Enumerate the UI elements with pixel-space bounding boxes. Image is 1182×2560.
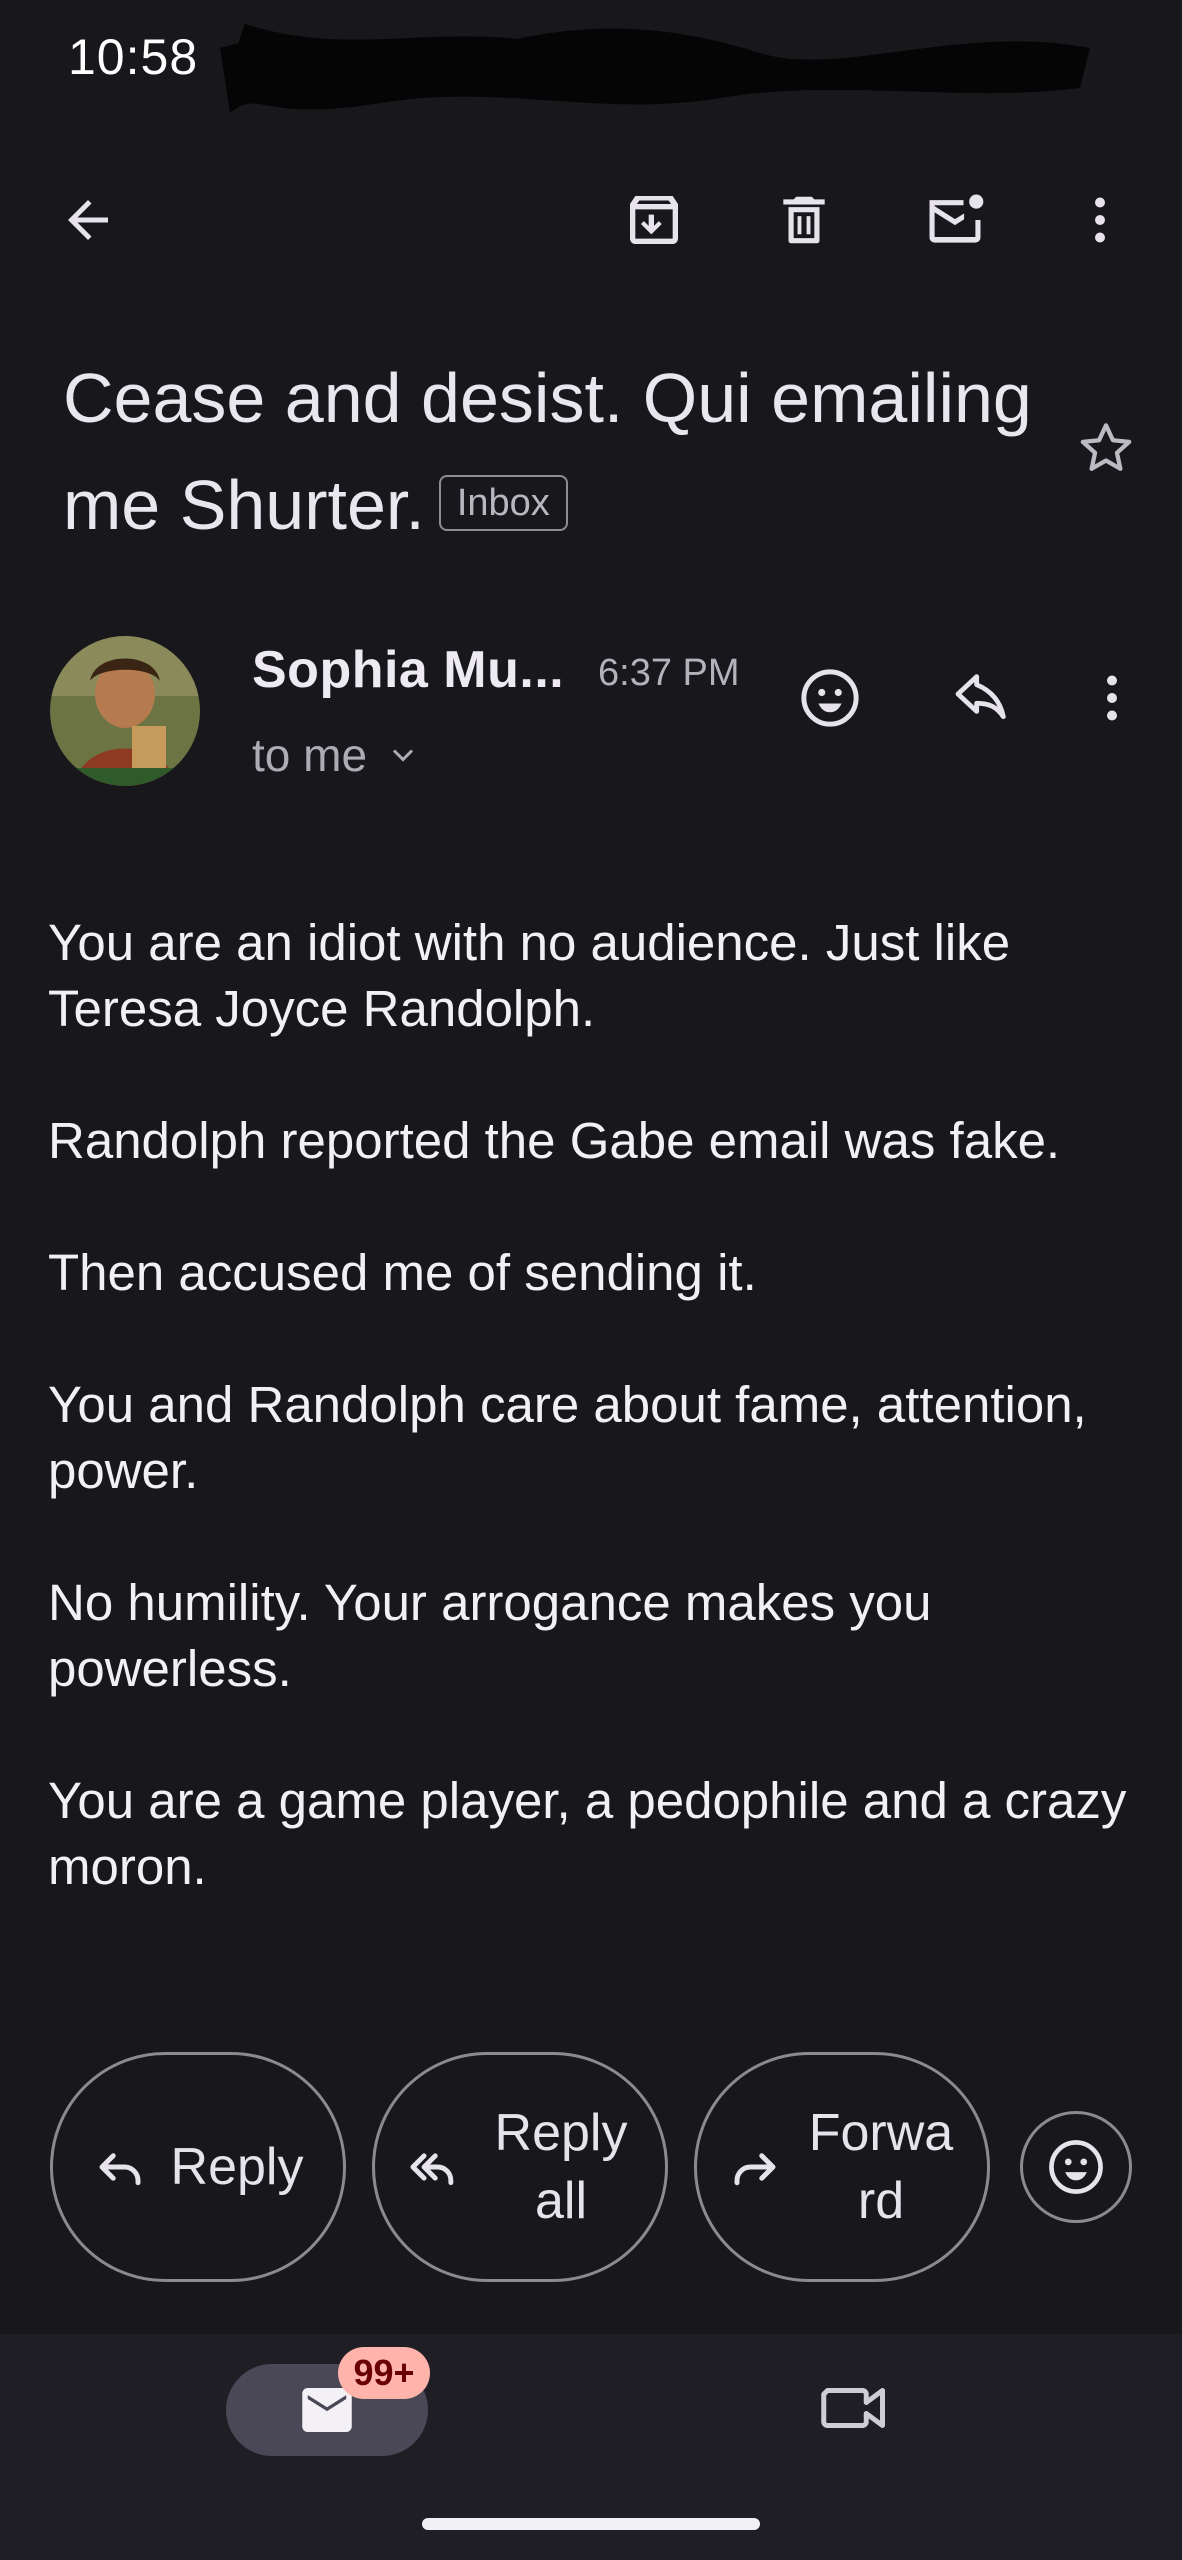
delete-icon (783, 196, 825, 244)
more-vert-icon (1107, 675, 1117, 721)
email-subject: Cease and desist. Qui emailing me Shurte… (63, 345, 1043, 559)
body-paragraph: You and Randolph care about fame, attent… (48, 1376, 1087, 1499)
sender-name[interactable]: Sophia Mu... (252, 640, 564, 700)
chevron-down-icon (392, 749, 414, 762)
redaction-scribble (220, 23, 1090, 113)
home-indicator[interactable] (422, 2518, 760, 2530)
reply-label: Reply (170, 2138, 304, 2196)
emoji-icon (801, 669, 859, 727)
recipient-details[interactable]: to me (252, 728, 421, 782)
delete-button[interactable] (762, 178, 846, 262)
back-arrow-icon (68, 200, 108, 240)
reply-button[interactable]: Reply (50, 2052, 346, 2282)
recipient-label: to me (252, 729, 368, 781)
archive-icon (630, 196, 678, 244)
archive-button[interactable] (612, 178, 696, 262)
mark-unread-icon (929, 194, 984, 243)
emoji-reaction-button[interactable] (1020, 2111, 1132, 2223)
email-body: You are an idiot with no audience. Just … (48, 910, 1138, 1966)
reply-icon (99, 2153, 140, 2186)
message-more-button[interactable] (1082, 658, 1142, 738)
more-vert-icon (1095, 197, 1105, 243)
emoji-icon (1049, 2140, 1103, 2194)
status-time: 10:58 (68, 29, 199, 85)
forward-icon (734, 2153, 776, 2186)
reply-all-label: Reply all (494, 2104, 628, 2230)
reply-all-button[interactable]: Reply all (372, 2052, 668, 2282)
star-button[interactable] (1066, 408, 1146, 488)
message-time: 6:37 PM (598, 652, 740, 694)
back-button[interactable] (48, 180, 128, 260)
reply-all-icon (410, 2153, 454, 2186)
forward-button[interactable]: Forward (694, 2052, 990, 2282)
reply-icon (955, 674, 1006, 720)
unread-count-badge: 99+ (338, 2347, 430, 2399)
more-options-button[interactable] (1070, 180, 1130, 260)
body-paragraph: Then accused me of sending it. (48, 1244, 757, 1301)
react-emoji-button[interactable] (790, 658, 870, 738)
meet-tab[interactable] (820, 2378, 890, 2438)
reply-icon-button[interactable] (942, 658, 1022, 738)
inbox-label-chip[interactable]: Inbox (438, 474, 568, 531)
mark-unread-button[interactable] (910, 178, 1000, 262)
body-paragraph: Randolph reported the Gabe email was fak… (48, 1112, 1061, 1169)
body-paragraph: You are an idiot with no audience. Just … (48, 914, 1011, 1037)
star-icon (1080, 423, 1132, 471)
body-paragraph: No humility. Your arrogance makes you po… (48, 1574, 932, 1697)
avatar-image (50, 636, 200, 786)
forward-label: Forward (808, 2104, 954, 2230)
video-camera-icon (821, 2388, 885, 2428)
body-paragraph: You are a game player, a pedophile and a… (48, 1772, 1127, 1895)
sender-avatar[interactable] (50, 636, 200, 786)
